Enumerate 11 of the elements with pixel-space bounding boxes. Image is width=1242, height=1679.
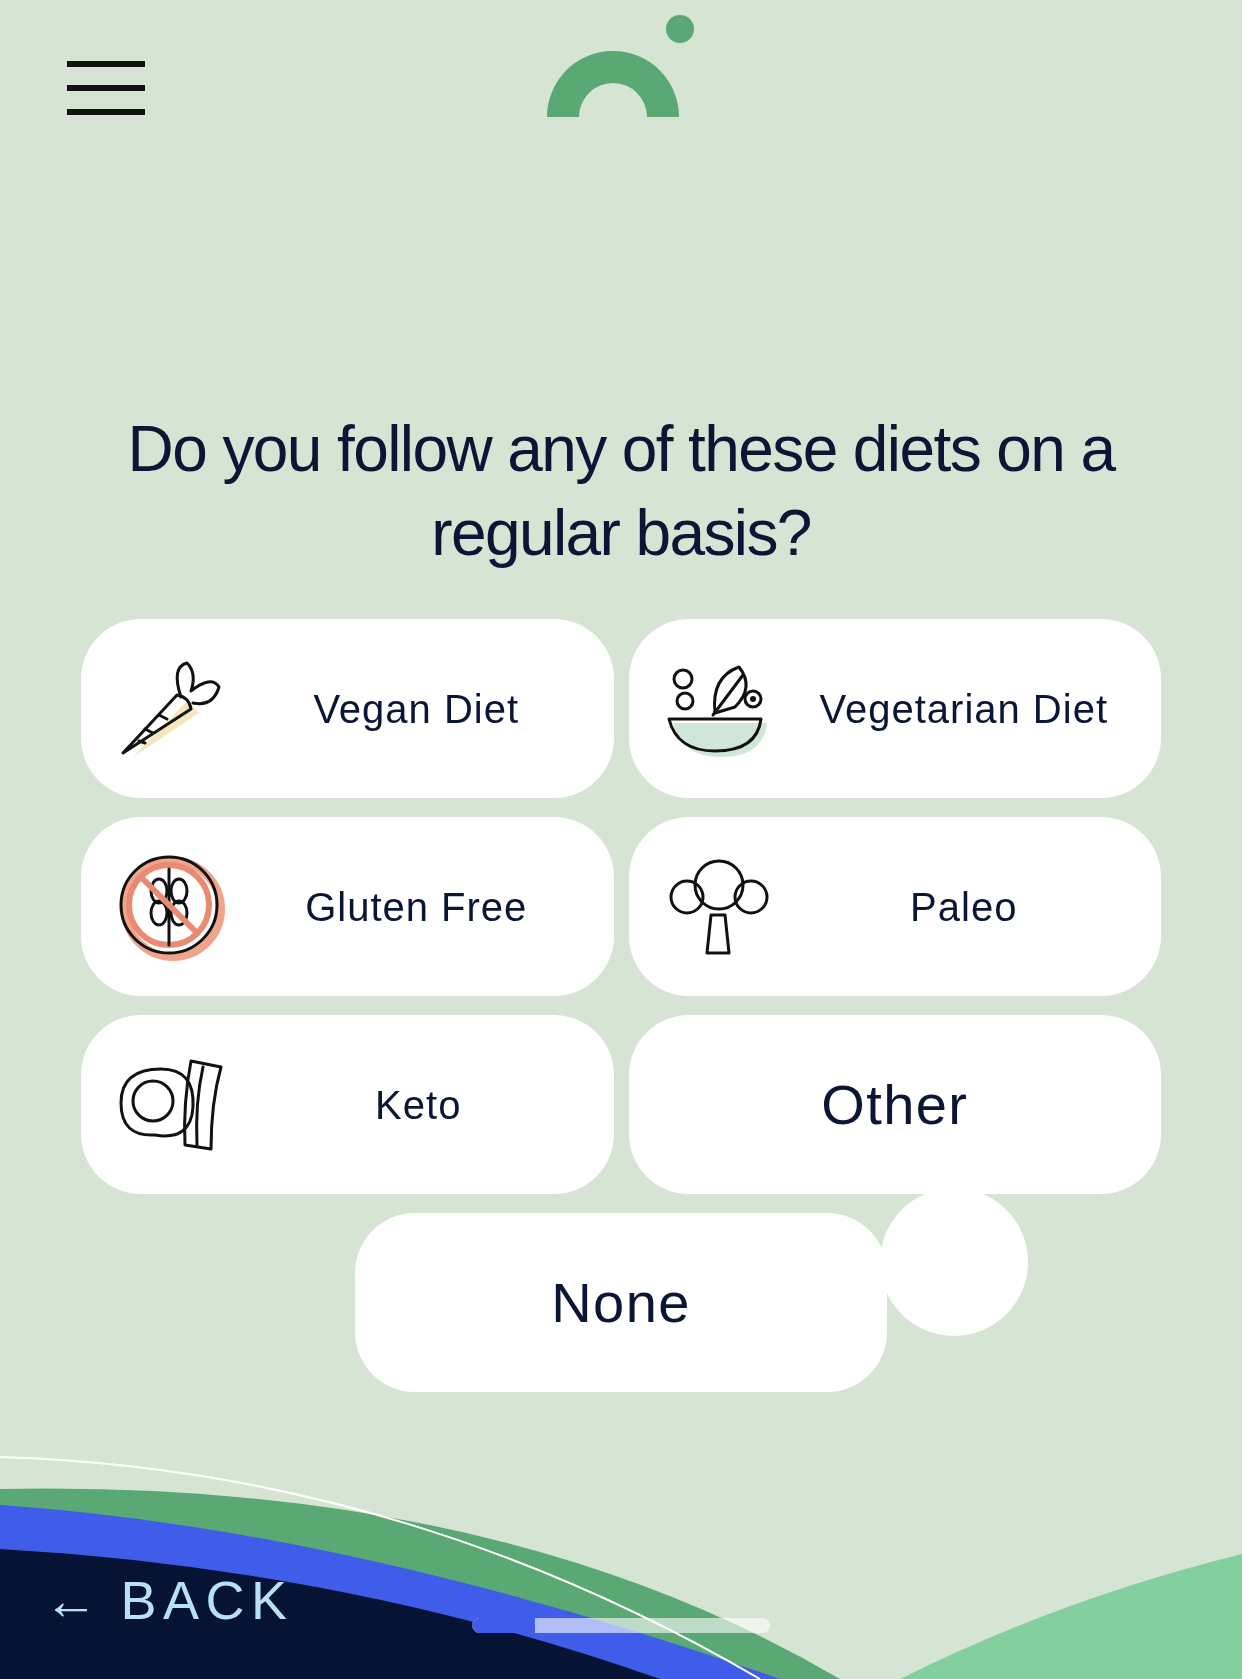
menu-icon[interactable] <box>67 60 145 116</box>
diet-option[interactable]: Gluten Free <box>81 817 614 996</box>
diet-option[interactable]: None <box>355 1213 887 1392</box>
diet-option[interactable]: Vegetarian Diet <box>628 619 1161 798</box>
arrow-icon: ← <box>44 1560 105 1641</box>
diet-option[interactable]: Other <box>628 1015 1161 1194</box>
diet-option[interactable]: Keto <box>81 1015 614 1194</box>
logo-icon <box>547 15 697 117</box>
question-title: Do you follow any of these diets on a regular basis? <box>126 412 1117 571</box>
diet-option[interactable]: Vegan Diet <box>81 619 614 798</box>
diet-option[interactable]: Paleo <box>628 817 1161 996</box>
